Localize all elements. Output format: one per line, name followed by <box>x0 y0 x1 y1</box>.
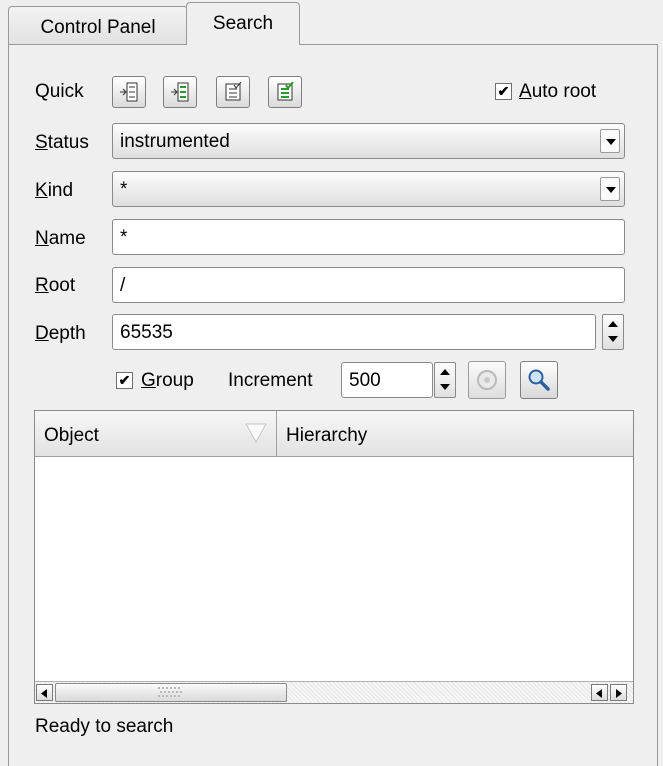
root-label: Root <box>35 275 76 296</box>
kind-label: Kind <box>35 180 74 201</box>
status-dropdown-arrow[interactable] <box>600 129 620 153</box>
spin-down-icon[interactable] <box>440 384 450 390</box>
tab-control-panel-label: Control Panel <box>40 17 156 38</box>
increment-spinner[interactable] <box>434 362 456 398</box>
depth-spinner[interactable] <box>602 314 624 350</box>
spin-up-icon[interactable] <box>608 321 618 327</box>
root-input[interactable]: / <box>112 267 625 303</box>
quick-checklist-button[interactable] <box>216 76 250 108</box>
quick-checklist-green-button[interactable] <box>268 76 302 108</box>
sort-descending-icon <box>245 423 267 443</box>
increment-input[interactable]: 500 <box>341 362 433 398</box>
quick-expand-green-button[interactable] <box>163 76 197 108</box>
stop-button[interactable] <box>468 361 506 399</box>
tab-search-label: Search <box>212 13 274 34</box>
results-table[interactable]: Object Hierarchy <box>34 410 634 704</box>
tab-bar: Control Panel Search <box>0 0 663 45</box>
status-combobox[interactable]: instrumented <box>112 123 625 159</box>
name-value: * <box>120 227 128 248</box>
search-icon <box>528 369 550 391</box>
arrow-right-icon <box>616 689 622 698</box>
kind-dropdown-arrow[interactable] <box>600 177 620 201</box>
scrollbar-thumb[interactable] <box>55 683 287 702</box>
tab-search[interactable]: Search <box>186 2 300 45</box>
column-header-object-label: Object <box>44 425 99 446</box>
horizontal-scrollbar[interactable] <box>35 681 633 703</box>
name-input[interactable]: * <box>112 219 625 255</box>
column-header-object[interactable]: Object <box>35 411 277 457</box>
chevron-down-icon <box>606 187 616 193</box>
depth-value: 65535 <box>120 322 173 343</box>
spin-down-icon[interactable] <box>608 336 618 342</box>
group-label[interactable]: Group <box>141 370 194 392</box>
status-bar-text: Ready to search <box>35 716 174 737</box>
arrow-left-icon <box>596 689 602 698</box>
increment-label: Increment <box>228 370 313 391</box>
kind-value: * <box>120 179 128 200</box>
tab-control-panel[interactable]: Control Panel <box>8 6 188 44</box>
arrow-left-icon <box>41 689 47 698</box>
quick-expand-button[interactable] <box>112 76 146 108</box>
group-checkbox[interactable]: ✔ <box>116 372 133 389</box>
depth-input[interactable]: 65535 <box>112 314 596 350</box>
scroll-right-button[interactable] <box>610 684 627 701</box>
name-label: Name <box>35 228 86 249</box>
stop-icon <box>477 370 497 390</box>
checklist-green-icon <box>277 82 294 101</box>
chevron-down-icon <box>606 139 616 145</box>
spin-up-icon[interactable] <box>440 369 450 375</box>
kind-combobox[interactable]: * <box>112 171 625 207</box>
depth-label: Depth <box>35 323 86 344</box>
checklist-icon <box>225 82 242 101</box>
auto-root-label[interactable]: Auto root <box>519 81 596 103</box>
column-header-hierarchy-label: Hierarchy <box>286 425 368 446</box>
root-value: / <box>120 275 126 296</box>
scroll-left-button-secondary[interactable] <box>591 684 608 701</box>
grip-icon <box>158 687 182 697</box>
search-button[interactable] <box>520 361 558 399</box>
expand-tree-icon <box>120 82 138 102</box>
auto-root-checkbox[interactable]: ✔ <box>495 83 512 100</box>
expand-tree-green-icon <box>171 82 189 102</box>
scroll-left-button[interactable] <box>36 684 53 701</box>
quick-label: Quick <box>35 81 84 102</box>
status-label: Status <box>35 132 89 153</box>
status-value: instrumented <box>120 131 230 152</box>
increment-value: 500 <box>349 370 381 391</box>
column-header-hierarchy[interactable]: Hierarchy <box>277 411 633 457</box>
